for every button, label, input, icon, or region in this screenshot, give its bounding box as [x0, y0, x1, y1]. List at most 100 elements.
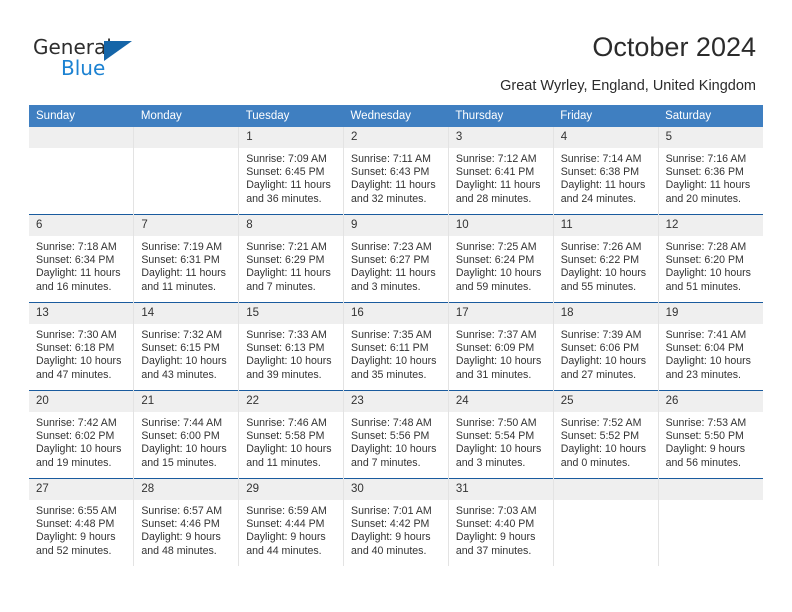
day-detail-lines: Sunrise: 6:57 AM Sunset: 4:46 PM Daylight:…	[134, 500, 238, 558]
sunset-text: Sunset: 6:06 PM	[560, 342, 640, 355]
daylight-text-line2: and 39 minutes.	[246, 368, 322, 381]
day-number: 23	[344, 391, 448, 412]
sunset-text: Sunset: 6:24 PM	[455, 254, 535, 267]
sunrise-text: Sunrise: 6:59 AM	[246, 505, 327, 517]
calendar-day-cell[interactable]: 13 Sunrise: 7:30 AM Sunset: 6:18 PM Dayligh…	[29, 302, 135, 391]
calendar-day-cell[interactable]: 29 Sunrise: 6:59 AM Sunset: 4:44 PM Dayligh…	[238, 478, 345, 566]
calendar-day-cell[interactable]: 20 Sunrise: 7:42 AM Sunset: 6:02 PM Dayligh…	[29, 390, 135, 479]
sunset-text: Sunset: 6:34 PM	[36, 254, 115, 267]
daylight-text-line2: and 0 minutes.	[560, 456, 631, 469]
calendar-day-cell[interactable]: 30 Sunrise: 7:01 AM Sunset: 4:42 PM Dayligh…	[343, 478, 449, 566]
calendar-day-cell[interactable]: 15 Sunrise: 7:33 AM Sunset: 6:13 PM Dayligh…	[238, 302, 345, 391]
sunrise-text: Sunrise: 7:30 AM	[36, 329, 117, 341]
sunrise-text: Sunrise: 7:39 AM	[560, 329, 642, 341]
daylight-text-line2: and 55 minutes.	[560, 280, 637, 293]
calendar-week-row: 20 Sunrise: 7:42 AM Sunset: 6:02 PM Dayligh…	[29, 390, 763, 479]
calendar-day-cell[interactable]: 4 Sunrise: 7:14 AM Sunset: 6:38 PM Daylight…	[553, 127, 659, 215]
daylight-text-line1: Daylight: 10 hours	[246, 443, 332, 456]
general-blue-logo[interactable]: General Blue	[33, 36, 153, 82]
sunrise-text: Sunrise: 7:32 AM	[141, 329, 223, 341]
day-number: 28	[134, 479, 239, 500]
daylight-text-line2: and 59 minutes.	[455, 280, 532, 293]
day-detail-lines: Sunrise: 7:16 AM Sunset: 6:36 PM Daylight:…	[659, 148, 763, 206]
sunset-text: Sunset: 5:54 PM	[455, 430, 535, 443]
calendar-day-cell[interactable]: 12 Sunrise: 7:28 AM Sunset: 6:20 PM Dayligh…	[658, 214, 763, 303]
sunset-text: Sunset: 5:52 PM	[560, 430, 640, 443]
calendar-day-cell[interactable]: 24 Sunrise: 7:50 AM Sunset: 5:54 PM Dayligh…	[448, 390, 554, 479]
sunrise-text: Sunrise: 7:44 AM	[141, 417, 223, 429]
calendar-day-cell[interactable]: 3 Sunrise: 7:12 AM Sunset: 6:41 PM Daylight…	[448, 127, 554, 215]
day-number: 29	[239, 479, 344, 500]
daylight-text-line1: Daylight: 10 hours	[141, 355, 227, 368]
calendar-day-cell[interactable]: 28 Sunrise: 6:57 AM Sunset: 4:46 PM Dayligh…	[133, 478, 240, 566]
day-detail-lines: Sunrise: 7:26 AM Sunset: 6:22 PM Daylight:…	[554, 236, 658, 294]
calendar-day-cell[interactable]: 5 Sunrise: 7:16 AM Sunset: 6:36 PM Daylight…	[658, 127, 763, 215]
day-detail-lines	[29, 148, 133, 153]
calendar-empty-cell	[553, 478, 659, 566]
calendar-week-row: 1 Sunrise: 7:09 AM Sunset: 6:45 PM Daylight…	[29, 127, 763, 215]
day-detail-lines: Sunrise: 7:18 AM Sunset: 6:34 PM Daylight:…	[29, 236, 133, 294]
calendar-day-cell[interactable]: 25 Sunrise: 7:52 AM Sunset: 5:52 PM Dayligh…	[553, 390, 659, 479]
day-detail-lines: Sunrise: 7:19 AM Sunset: 6:31 PM Daylight:…	[134, 236, 238, 294]
sunrise-text: Sunrise: 7:41 AM	[665, 329, 747, 341]
calendar-day-cell[interactable]: 18 Sunrise: 7:39 AM Sunset: 6:06 PM Dayligh…	[553, 302, 659, 391]
calendar-day-cell[interactable]: 10 Sunrise: 7:25 AM Sunset: 6:24 PM Dayligh…	[448, 214, 554, 303]
calendar-day-cell[interactable]: 7 Sunrise: 7:19 AM Sunset: 6:31 PM Daylight…	[133, 214, 240, 303]
day-detail-lines: Sunrise: 7:01 AM Sunset: 4:42 PM Daylight:…	[344, 500, 448, 558]
day-number: 7	[134, 215, 239, 236]
daylight-text-line1: Daylight: 10 hours	[560, 267, 647, 280]
calendar-day-cell[interactable]: 2 Sunrise: 7:11 AM Sunset: 6:43 PM Daylight…	[343, 127, 449, 215]
calendar-day-cell[interactable]: 19 Sunrise: 7:41 AM Sunset: 6:04 PM Dayligh…	[658, 302, 763, 391]
calendar-empty-cell	[29, 127, 135, 215]
sunrise-text: Sunrise: 6:57 AM	[141, 505, 223, 517]
day-detail-lines: Sunrise: 7:25 AM Sunset: 6:24 PM Daylight:…	[449, 236, 553, 294]
day-detail-lines: Sunrise: 7:14 AM Sunset: 6:38 PM Daylight:…	[554, 148, 658, 206]
day-detail-lines: Sunrise: 7:50 AM Sunset: 5:54 PM Daylight:…	[449, 412, 553, 470]
calendar-day-cell[interactable]: 16 Sunrise: 7:35 AM Sunset: 6:11 PM Dayligh…	[343, 302, 449, 391]
calendar-day-cell[interactable]: 9 Sunrise: 7:23 AM Sunset: 6:27 PM Daylight…	[343, 214, 449, 303]
calendar-day-cell[interactable]: 1 Sunrise: 7:09 AM Sunset: 6:45 PM Daylight…	[238, 127, 345, 215]
calendar-day-cell[interactable]: 6 Sunrise: 7:18 AM Sunset: 6:34 PM Daylight…	[29, 214, 135, 303]
day-detail-lines: Sunrise: 7:09 AM Sunset: 6:45 PM Daylight:…	[239, 148, 343, 206]
calendar-day-cell[interactable]: 22 Sunrise: 7:46 AM Sunset: 5:58 PM Dayligh…	[238, 390, 345, 479]
daylight-text-line1: Daylight: 10 hours	[36, 443, 122, 456]
day-number: 24	[448, 391, 553, 412]
calendar-day-cell[interactable]: 23 Sunrise: 7:48 AM Sunset: 5:56 PM Dayligh…	[343, 390, 449, 479]
day-number: 27	[29, 479, 134, 500]
calendar-day-cell[interactable]: 8 Sunrise: 7:21 AM Sunset: 6:29 PM Daylight…	[238, 214, 345, 303]
sunrise-text: Sunrise: 7:28 AM	[665, 241, 747, 253]
sunset-text: Sunset: 6:45 PM	[246, 166, 325, 179]
sunset-text: Sunset: 5:58 PM	[246, 430, 325, 443]
calendar-page: General Blue October 2024 Great Wyrley, …	[0, 0, 792, 612]
sunset-text: Sunset: 5:56 PM	[351, 430, 430, 443]
day-number	[553, 479, 658, 500]
daylight-text-line1: Daylight: 9 hours	[141, 531, 221, 544]
daylight-text-line2: and 36 minutes.	[246, 192, 322, 205]
day-number: 3	[448, 127, 553, 148]
day-detail-lines: Sunrise: 7:48 AM Sunset: 5:56 PM Daylight:…	[344, 412, 448, 470]
day-detail-lines: Sunrise: 7:41 AM Sunset: 6:04 PM Daylight:…	[659, 324, 763, 382]
daylight-text-line2: and 20 minutes.	[665, 192, 741, 205]
dow-header-tuesday: Tuesday	[238, 105, 344, 127]
dow-header-sunday: Sunday	[29, 105, 134, 127]
daylight-text-line2: and 37 minutes.	[455, 544, 532, 557]
sunrise-text: Sunrise: 7:25 AM	[455, 241, 537, 253]
calendar-day-cell[interactable]: 31 Sunrise: 7:03 AM Sunset: 4:40 PM Dayligh…	[448, 478, 554, 566]
dow-header-thursday: Thursday	[448, 105, 554, 127]
calendar-day-cell[interactable]: 27 Sunrise: 6:55 AM Sunset: 4:48 PM Dayligh…	[29, 478, 135, 566]
calendar-day-cell[interactable]: 21 Sunrise: 7:44 AM Sunset: 6:00 PM Dayligh…	[133, 390, 240, 479]
calendar-day-cell[interactable]: 11 Sunrise: 7:26 AM Sunset: 6:22 PM Dayligh…	[553, 214, 659, 303]
day-detail-lines: Sunrise: 7:42 AM Sunset: 6:02 PM Daylight:…	[29, 412, 133, 470]
day-detail-lines: Sunrise: 7:46 AM Sunset: 5:58 PM Daylight:…	[239, 412, 343, 470]
calendar-day-cell[interactable]: 14 Sunrise: 7:32 AM Sunset: 6:15 PM Dayligh…	[133, 302, 240, 391]
daylight-text-line1: Daylight: 10 hours	[665, 355, 751, 368]
sunset-text: Sunset: 4:42 PM	[351, 518, 430, 531]
calendar-week-row: 27 Sunrise: 6:55 AM Sunset: 4:48 PM Dayligh…	[29, 478, 763, 566]
calendar-empty-cell	[133, 127, 240, 215]
calendar-day-cell[interactable]: 17 Sunrise: 7:37 AM Sunset: 6:09 PM Dayligh…	[448, 302, 554, 391]
sunset-text: Sunset: 6:22 PM	[560, 254, 640, 267]
sunset-text: Sunset: 6:29 PM	[246, 254, 325, 267]
calendar-week-row: 6 Sunrise: 7:18 AM Sunset: 6:34 PM Daylight…	[29, 214, 763, 303]
page-title: October 2024	[592, 32, 756, 62]
calendar-day-cell[interactable]: 26 Sunrise: 7:53 AM Sunset: 5:50 PM Dayligh…	[658, 390, 763, 479]
